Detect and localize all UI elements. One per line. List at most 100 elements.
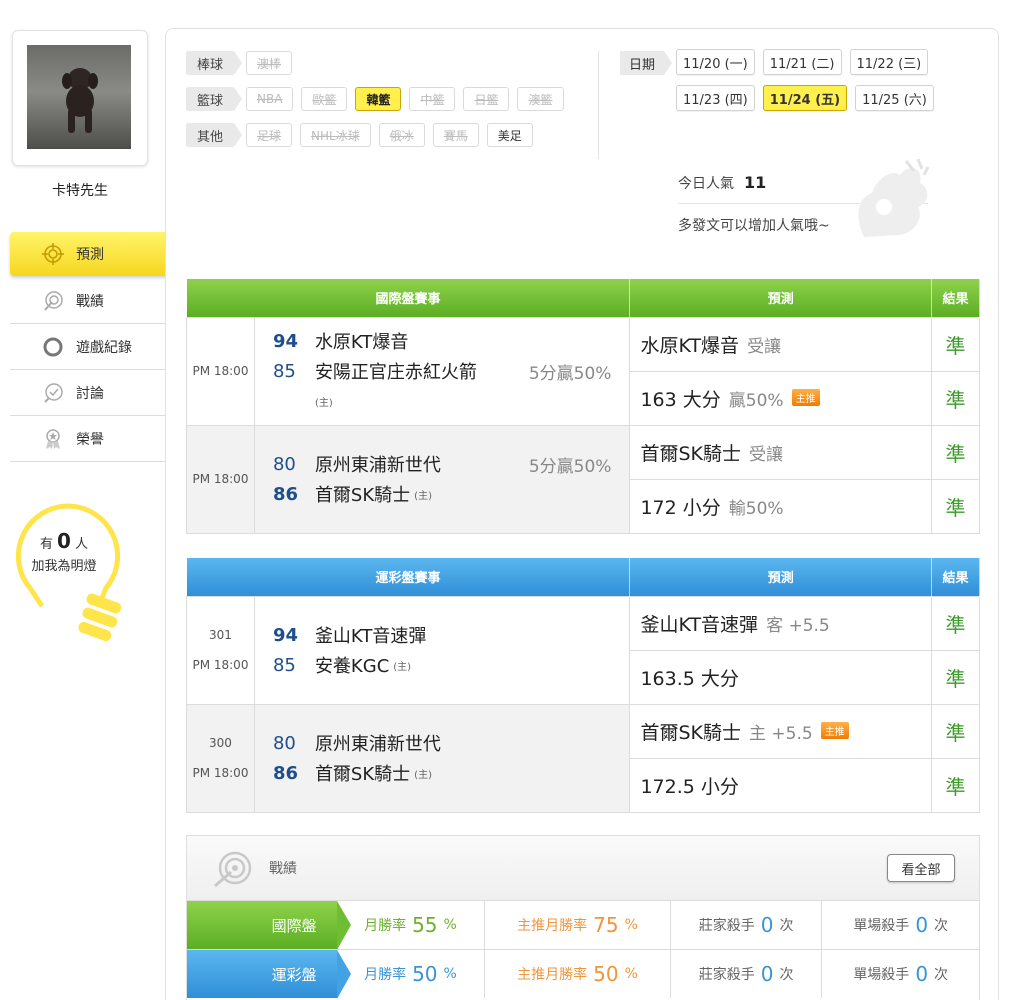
fan-line2: 加我為明燈 [31,559,97,574]
away-team: 原州東浦新世代 [314,455,441,476]
single-value: 0 [915,913,929,937]
result-cell: 準 [931,595,980,651]
result-cell: 準 [931,316,980,372]
chip-aus-basketball: 澳籃 [517,87,564,111]
game-teams[interactable]: 80 原州東浦新世代 86 首爾SK騎士 (主) [253,703,631,813]
category-tag: 棒球 [186,51,242,75]
pct-unit: % [443,966,457,982]
home-score: 85 [272,654,296,676]
chip-china-basketball: 中籃 [409,87,456,111]
single-label: 單場殺手 [853,967,910,983]
intl-games-table: 國際盤賽事 預測 結果 PM 18:00 94 水原KT爆音 85 安陽正官庄赤紅火… [186,279,980,534]
game-teams[interactable]: 80 原州東浦新世代 5分贏50% 86 首爾SK騎士 (主) [253,424,631,534]
nav-item-discussion[interactable]: 討論 [10,370,165,416]
lottery-header-games: 運彩盤賽事 [186,558,631,596]
popularity: 今日人氣 11 [678,173,766,193]
game-time: PM 18:00 [186,424,255,534]
nav-item-honor[interactable]: 榮譽 [10,416,165,462]
chip-euro-basketball: 歐籃 [301,87,348,111]
prediction-sub: 贏50% [728,390,784,411]
date-chip[interactable]: 11/22 (三) [849,49,929,75]
prediction-main: 163.5 大分 [640,667,739,690]
prediction-sub: 受讓 [747,336,782,357]
fan-count-number: 0 [57,529,71,553]
date-chip[interactable]: 11/21 (二) [762,49,842,75]
record-label: 國際盤 [187,901,351,950]
home-mark: (主) [414,490,432,502]
record-label: 運彩盤 [187,950,351,999]
top-pick-win-rate: 主推月勝率 50% [484,950,670,998]
intl-header-prediction: 預測 [629,279,933,317]
prediction-cell: 172.5 小分 [629,757,933,813]
date-chip[interactable]: 11/23 (四) [676,85,755,111]
nav-item-record[interactable]: 戰績 [10,278,165,324]
monthly-win-rate: 月勝率 50% [337,950,485,998]
pct-unit: % [624,917,638,933]
single-value: 0 [915,962,929,986]
single-game-killer: 單場殺手 0 次 [821,901,979,949]
trophy-icon [42,290,64,312]
prediction-main: 163 大分 [640,388,721,411]
record-row-lottery: 運彩盤 月勝率 50% 主推月勝率 50% 莊家殺手 0 次 單場殺手 0 次 [187,949,979,999]
times-unit: 次 [934,918,949,934]
game-time: PM 18:00 [192,766,249,780]
home-team: 安養KGC [314,656,390,677]
home-team: 安陽正官庄赤紅火箭 [314,362,477,383]
pct-unit: % [443,917,457,933]
filter-row-other: 其他 足球 NHL冰球 俄冰 賽馬 美足 [186,123,541,147]
date-picker: 11/20 (一) 11/21 (二) 11/22 (三) 11/23 (四) … [676,49,976,121]
game-teams[interactable]: 94 釜山KT音速彈 85 安養KGC (主) [253,595,631,705]
lottery-header-prediction: 預測 [629,558,933,596]
nav-item-predict[interactable]: 預測 [10,232,185,276]
handicap: 5分贏50% [528,363,612,384]
game-teams[interactable]: 94 水原KT爆音 85 安陽正官庄赤紅火箭 5分贏50% (主) [253,316,631,426]
avatar-card[interactable] [12,30,148,166]
main-panel: 棒球 澳棒 籃球 NBA 歐籃 韓籃 中籃 日籃 澳籃 其他 足球 NHL冰球 … [165,28,999,1000]
prediction-cell: 水原KT爆音 受讓 [629,316,933,372]
banker-label: 莊家殺手 [698,967,755,983]
avatar[interactable] [27,45,131,149]
times-unit: 次 [779,967,794,983]
fan-prefix: 有 [40,537,54,552]
prediction-main: 釜山KT音速彈 [640,613,759,636]
side-nav: 預測 戰績 遊戲紀錄 討論 榮譽 [10,232,185,462]
popularity-value: 11 [744,173,767,192]
away-team: 水原KT爆音 [314,332,409,353]
chip-korea-basketball[interactable]: 韓籃 [355,87,402,111]
top-label: 主推月勝率 [517,918,588,934]
prediction-main: 首爾SK騎士 [640,721,741,744]
table-row: 301 PM 18:00 94 釜山KT音速彈 85 安養KGC (主) 釜山KT音速… [186,595,980,705]
home-score: 85 [272,360,296,382]
nav-label: 榮譽 [76,431,104,448]
prediction-cell: 163.5 大分 [629,649,933,705]
top-value: 50 [593,962,619,986]
home-team: 首爾SK騎士 [314,485,411,506]
category-tag: 其他 [186,123,242,147]
chip-nba: NBA [246,87,294,111]
prediction-sub: 受讓 [749,444,783,465]
prediction-main: 首爾SK騎士 [640,442,741,465]
banker-killer: 莊家殺手 0 次 [669,950,822,998]
prediction-cell: 釜山KT音速彈客 +5.5 [629,595,933,651]
view-all-button[interactable]: 看全部 [887,854,955,882]
chip-american-football[interactable]: 美足 [486,123,533,147]
banker-killer: 莊家殺手 0 次 [669,901,822,949]
chip-russia-hockey: 俄冰 [378,123,425,147]
chat-icon [42,382,64,404]
top-pick-win-rate: 主推月勝率 75% [484,901,670,949]
nav-item-game-history[interactable]: 遊戲紀錄 [10,324,165,370]
date-chip[interactable]: 11/20 (一) [676,49,755,75]
date-chip[interactable]: 11/25 (六) [855,85,934,111]
trophy-hand-icon [858,158,930,237]
fan-count[interactable]: 有0人 加我為明燈 [12,530,116,578]
date-chip-selected[interactable]: 11/24 (五) [762,85,848,111]
times-unit: 次 [934,967,949,983]
prediction-cell: 163 大分 贏50% 主推 [629,370,933,426]
result-cell: 準 [931,703,980,759]
popularity-label: 今日人氣 [678,176,734,192]
away-score: 80 [272,453,296,475]
prediction-main: 水原KT爆音 [640,334,740,357]
table-row: PM 18:00 94 水原KT爆音 85 安陽正官庄赤紅火箭 5分贏50% (主) … [186,316,980,426]
nav-label: 預測 [76,247,104,263]
away-score: 80 [272,732,296,754]
